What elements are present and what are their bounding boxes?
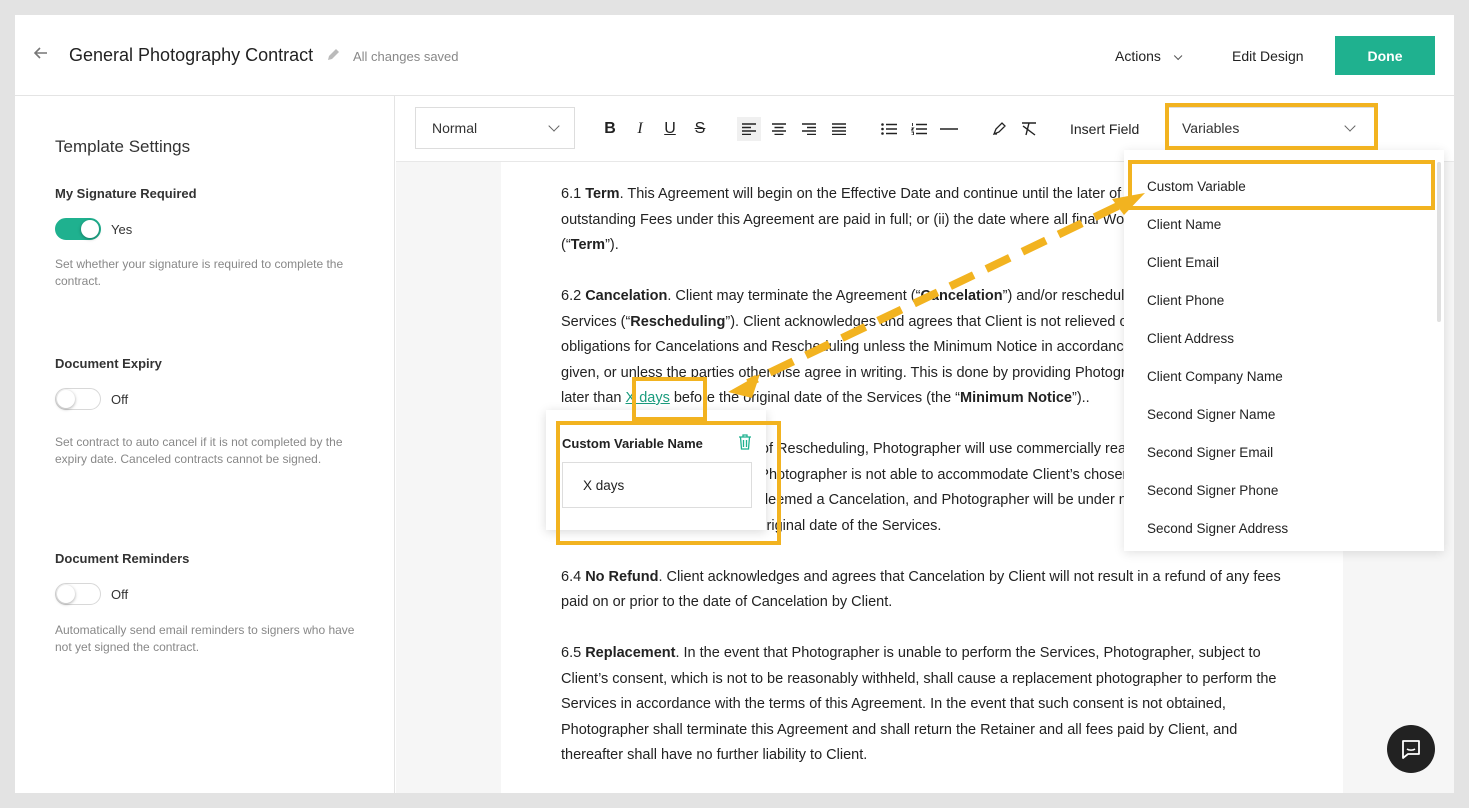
- arrow-head-left: [728, 374, 760, 398]
- annotation-arrow: [728, 193, 1145, 398]
- chat-bubble-icon[interactable]: [1387, 725, 1435, 773]
- arrow-head-right: [1112, 193, 1145, 215]
- arrow-line: [746, 202, 1120, 387]
